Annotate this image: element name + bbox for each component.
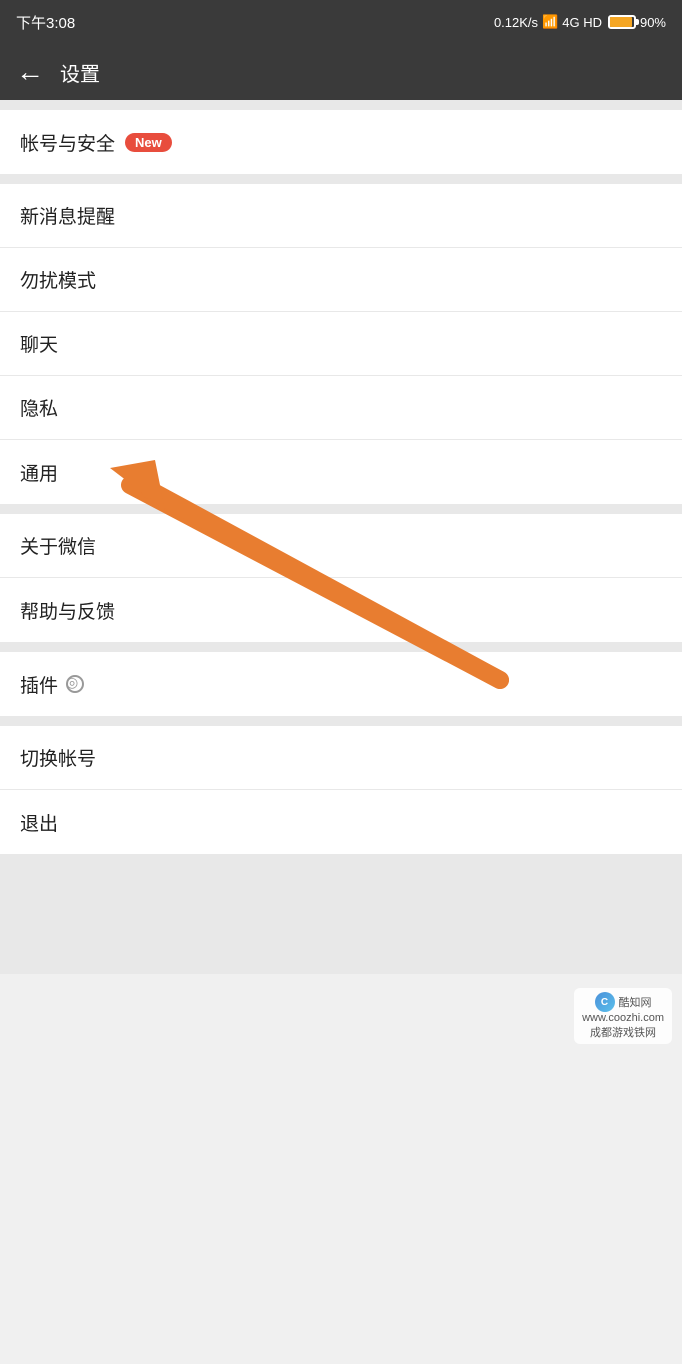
new-badge: New bbox=[125, 133, 172, 152]
settings-item-new-message[interactable]: 新消息提醒 bbox=[0, 184, 682, 248]
battery-icon bbox=[608, 15, 636, 29]
settings-section-2: 新消息提醒 勿扰模式 聊天 隐私 通用 bbox=[0, 184, 682, 504]
watermark-line2: www.coozhi.com bbox=[582, 1012, 664, 1024]
toolbar: ← 设置 bbox=[0, 44, 682, 100]
status-time: 下午3:08 bbox=[16, 12, 75, 33]
divider-bottom bbox=[0, 854, 682, 974]
plugin-icon bbox=[66, 675, 84, 693]
watermark-line3: 成都游戏铁网 bbox=[590, 1024, 656, 1040]
settings-section-1: 帐号与安全 New bbox=[0, 110, 682, 174]
settings-section-4: 插件 bbox=[0, 652, 682, 716]
switch-account-label: 切换帐号 bbox=[20, 744, 96, 771]
account-security-label: 帐号与安全 bbox=[20, 129, 115, 156]
divider-3 bbox=[0, 504, 682, 514]
general-label: 通用 bbox=[20, 459, 58, 486]
page-title: 设置 bbox=[60, 58, 100, 87]
watermark: C 酷知网 www.coozhi.com 成都游戏铁网 bbox=[574, 988, 672, 1044]
logo-circle: C bbox=[595, 992, 615, 1012]
watermark-line1: 酷知网 bbox=[619, 994, 652, 1010]
chat-label: 聊天 bbox=[20, 330, 58, 357]
settings-item-logout[interactable]: 退出 bbox=[0, 790, 682, 854]
battery-percent: 90% bbox=[640, 15, 666, 30]
plugins-label: 插件 bbox=[20, 671, 58, 698]
network-speed: 0.12K/s bbox=[494, 15, 538, 30]
help-feedback-label: 帮助与反馈 bbox=[20, 597, 115, 624]
divider-4 bbox=[0, 642, 682, 652]
privacy-label: 隐私 bbox=[20, 394, 58, 421]
watermark-logo: C 酷知网 bbox=[595, 992, 652, 1012]
signal-type: 4G HD bbox=[562, 15, 602, 30]
settings-item-privacy[interactable]: 隐私 bbox=[0, 376, 682, 440]
settings-item-dnd-mode[interactable]: 勿扰模式 bbox=[0, 248, 682, 312]
status-bar: 下午3:08 0.12K/s 📶 4G HD 90% bbox=[0, 0, 682, 44]
settings-item-plugins[interactable]: 插件 bbox=[0, 652, 682, 716]
divider-top bbox=[0, 100, 682, 110]
new-message-label: 新消息提醒 bbox=[20, 202, 115, 229]
status-right-icons: 0.12K/s 📶 4G HD 90% bbox=[494, 14, 666, 30]
battery-fill bbox=[610, 17, 632, 27]
divider-2 bbox=[0, 174, 682, 184]
watermark-area: C 酷知网 www.coozhi.com 成都游戏铁网 bbox=[0, 974, 682, 1054]
settings-item-help-feedback[interactable]: 帮助与反馈 bbox=[0, 578, 682, 642]
logout-label: 退出 bbox=[20, 809, 58, 836]
signal-icon: 📶 bbox=[542, 14, 558, 30]
divider-5 bbox=[0, 716, 682, 726]
settings-item-general[interactable]: 通用 bbox=[0, 440, 682, 504]
about-wechat-label: 关于微信 bbox=[20, 532, 96, 559]
settings-item-account-security[interactable]: 帐号与安全 New bbox=[0, 110, 682, 174]
settings-item-about-wechat[interactable]: 关于微信 bbox=[0, 514, 682, 578]
settings-item-chat[interactable]: 聊天 bbox=[0, 312, 682, 376]
back-button[interactable]: ← bbox=[16, 58, 44, 86]
settings-section-5: 切换帐号 退出 bbox=[0, 726, 682, 854]
settings-item-switch-account[interactable]: 切换帐号 bbox=[0, 726, 682, 790]
dnd-mode-label: 勿扰模式 bbox=[20, 266, 96, 293]
settings-section-3: 关于微信 帮助与反馈 bbox=[0, 514, 682, 642]
